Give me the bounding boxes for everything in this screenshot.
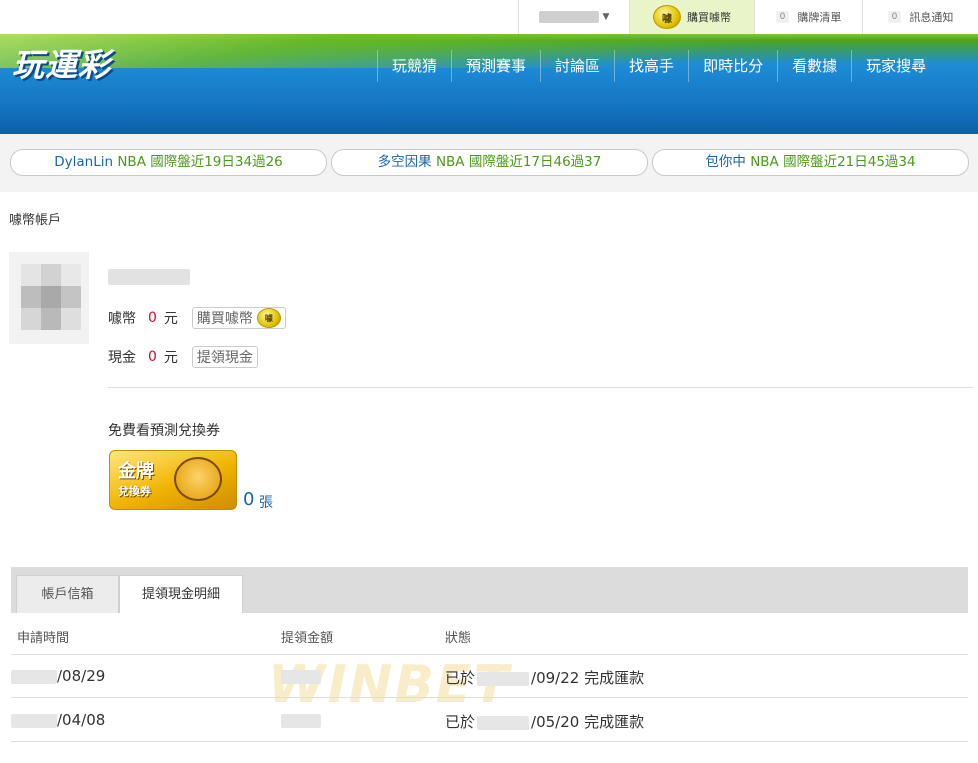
nav-item-forum[interactable]: 討論區 (540, 50, 614, 82)
coin-value: 0 (148, 310, 157, 326)
ticker-item[interactable]: 多空因果 NBA 國際盤近17日46過37 (331, 149, 648, 176)
table-row-amount (281, 711, 321, 729)
coin-label: 噱幣 (108, 311, 136, 327)
table-row-date: /08/29 (11, 667, 105, 685)
chevron-down-icon: ▼ (602, 12, 610, 22)
ticker-expert-name: DylanLin (54, 154, 114, 170)
notifications-label: 訊息通知 (909, 11, 954, 24)
coin-balance-row: 噱幣 0 元 購買噱幣 噱 (108, 307, 286, 329)
nav-item-experts[interactable]: 找高手 (614, 50, 688, 82)
page-title: 噱幣帳戶 (9, 213, 62, 228)
notifications-link[interactable]: 0 訊息通知 (862, 0, 978, 34)
expert-ticker: DylanLin NBA 國際盤近19日34過26 多空因果 NBA 國際盤近1… (0, 134, 978, 196)
column-header-date: 申請時間 (17, 631, 70, 646)
status-prefix: 已於 (445, 669, 476, 687)
nav-item-stats[interactable]: 看數據 (777, 50, 851, 82)
column-header-status: 狀態 (445, 631, 472, 646)
ticker-zigzag-edge (0, 188, 978, 196)
divider (108, 387, 973, 388)
notification-count-badge: 0 (887, 11, 902, 23)
nav-item-player-search[interactable]: 玩家搜尋 (851, 50, 940, 82)
buy-coins-label: 購買噱幣 (687, 11, 731, 24)
cart-count-badge: 0 (775, 11, 790, 23)
top-utility-bar: ▼ 噱 購買噱幣 0 購牌清單 0 訊息通知 (0, 0, 978, 35)
ticker-item[interactable]: DylanLin NBA 國際盤近19日34過26 (10, 149, 327, 176)
row-date: /08/29 (57, 667, 106, 685)
ticker-expert-record: NBA 國際盤近17日46過37 (435, 154, 602, 170)
user-menu[interactable]: ▼ (518, 0, 629, 34)
year-redacted (11, 669, 57, 684)
voucher-count: 0 (243, 489, 255, 510)
cash-value: 0 (148, 349, 157, 365)
table-row-status: 已於/09/22 完成匯款 (445, 667, 644, 688)
buy-coins-button[interactable]: 購買噱幣 噱 (191, 307, 286, 329)
voucher-unit: 張 (259, 495, 273, 511)
voucher-badge-line2: 兌換券 (118, 485, 151, 498)
buy-coins-link[interactable]: 噱 購買噱幣 (629, 0, 754, 34)
cart-label: 購牌清單 (797, 11, 842, 24)
withdraw-cash-button[interactable]: 提領現金 (191, 346, 258, 368)
table-row-status: 已於/05/20 完成匯款 (445, 711, 644, 732)
tab-bar: 帳戶信箱 提領現金明細 (11, 567, 968, 613)
status-text: 完成匯款 (584, 713, 645, 731)
coin-unit: 元 (163, 311, 178, 327)
row-date: /04/08 (57, 711, 106, 729)
cash-label: 現金 (108, 350, 136, 366)
cart-link[interactable]: 0 購牌清單 (754, 0, 862, 34)
year-redacted (477, 715, 530, 730)
cash-balance-row: 現金 0 元 提領現金 (108, 346, 258, 368)
table-row-amount (281, 667, 321, 685)
status-date: /09/22 (531, 669, 580, 687)
ticker-expert-record: NBA 國際盤近21日45過34 (750, 154, 916, 170)
username-redacted (108, 269, 190, 285)
site-header (0, 34, 978, 134)
ticker-item[interactable]: 包你中 NBA 國際盤近21日45過34 (652, 149, 969, 176)
voucher-badge-line1: 金牌 (118, 461, 154, 482)
coin-icon: 噱 (653, 5, 681, 29)
ticker-expert-name: 包你中 (705, 154, 746, 170)
year-redacted (477, 671, 530, 686)
avatar (9, 252, 89, 344)
tab-withdraw-details[interactable]: 提領現金明細 (119, 575, 243, 613)
username-redacted (538, 11, 599, 23)
voucher-section-title: 免費看預測兌換券 (108, 423, 220, 439)
tab-account-mailbox[interactable]: 帳戶信箱 (16, 575, 119, 613)
buy-coins-button-label: 購買噱幣 (196, 311, 253, 327)
cash-unit: 元 (163, 350, 178, 366)
year-redacted (11, 713, 57, 728)
nav-item-guess[interactable]: 玩競猜 (377, 50, 451, 82)
status-prefix: 已於 (445, 713, 476, 731)
ticker-expert-record: NBA 國際盤近19日34過26 (117, 154, 283, 170)
amount-redacted (281, 713, 321, 728)
status-date: /05/20 (531, 713, 580, 731)
nav-item-predict[interactable]: 預測賽事 (451, 50, 540, 82)
mascot-icon (174, 457, 222, 501)
coin-icon: 噱 (256, 308, 281, 328)
nav-item-live-score[interactable]: 即時比分 (688, 50, 777, 82)
divider (11, 697, 968, 698)
site-logo[interactable]: 玩運彩 (12, 40, 111, 86)
ticker-expert-name: 多空因果 (377, 154, 432, 170)
gold-voucher-badge: 金牌 兌換券 (109, 450, 237, 510)
status-text: 完成匯款 (584, 669, 645, 687)
table-row-date: /04/08 (11, 711, 105, 729)
main-nav: 玩競猜 預測賽事 討論區 找高手 即時比分 看數據 玩家搜尋 (377, 50, 940, 84)
column-header-amount: 提領金額 (281, 631, 334, 646)
divider (11, 741, 968, 742)
amount-redacted (281, 669, 321, 684)
